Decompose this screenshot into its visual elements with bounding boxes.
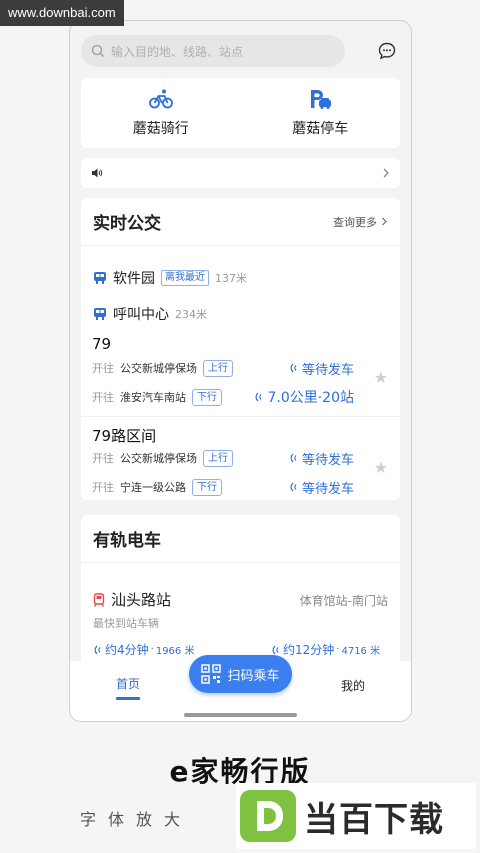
tram-eta: 约12分钟 · 4716 米 <box>271 641 380 658</box>
route-direction-row[interactable]: 开往 淮安汽车南站 下行 7.0公里·20站 <box>92 387 354 407</box>
bus-card-header: 实时公交 查询更多 <box>81 198 400 246</box>
direction-tag: 下行 <box>192 478 222 496</box>
bus-card-title: 实时公交 <box>93 214 161 234</box>
bus-stop-icon <box>94 272 106 284</box>
nearest-badge: 离我最近 <box>161 270 209 286</box>
tram-eta-distance: 1966 米 <box>155 646 195 657</box>
signal-icon <box>290 453 297 463</box>
parking-icon <box>311 90 332 109</box>
bus-station-row[interactable]: 软件园 离我最近 137米 <box>93 268 247 288</box>
arrival-status-text: 等待发车 <box>301 452 354 468</box>
signal-icon <box>272 645 279 654</box>
bike-icon <box>148 89 173 109</box>
tram-direction: 体育馆站-南门站 <box>299 594 388 608</box>
favorite-star-icon[interactable]: ★ <box>374 368 388 387</box>
message-button[interactable] <box>374 38 400 64</box>
arrival-status-text: 等待发车 <box>301 362 354 378</box>
search-placeholder: 输入目的地、线路、站点 <box>111 44 244 59</box>
direction-destination: 宁连一级公路 <box>120 481 186 494</box>
station-distance: 137米 <box>215 272 247 285</box>
direction-prefix: 开往 <box>92 481 114 494</box>
direction-prefix: 开往 <box>92 362 114 375</box>
site-watermark: www.downbai.com <box>0 0 124 26</box>
tram-eta-time: 约4分钟 <box>105 643 149 657</box>
bike-label: 蘑菇骑行 <box>132 121 189 137</box>
route-direction-row[interactable]: 开往 公交新城停保场 上行 等待发车 <box>92 358 354 378</box>
arrival-status: 等待发车 <box>289 359 354 378</box>
route-direction-row[interactable]: 开往 公交新城停保场 上行 等待发车 <box>92 448 354 468</box>
tab-home-label: 首页 <box>116 677 141 691</box>
parking-label: 蘑菇停车 <box>292 121 349 137</box>
chevron-right-icon <box>383 168 389 178</box>
tram-eta: 约4分钟 · 1966 米 <box>93 641 194 658</box>
tram-card: 有轨电车 汕头路站 体育馆站-南门站 最快到站车辆 约4分钟 · 1966 米 … <box>81 515 400 675</box>
qr-code-icon <box>201 664 222 684</box>
tab-mine[interactable]: 我的 <box>341 677 365 694</box>
tram-eta-separator: · <box>150 644 154 655</box>
route-direction-row[interactable]: 开往 宁连一级公路 下行 等待发车 <box>92 477 354 497</box>
signal-icon <box>255 392 262 402</box>
bus-station-row[interactable]: 呼叫中心 234米 <box>93 304 207 324</box>
tram-card-header: 有轨电车 <box>81 515 400 563</box>
tram-eta-time: 约12分钟 <box>283 643 335 657</box>
speaker-icon <box>92 168 103 178</box>
search-row: 输入目的地、线路、站点 <box>81 35 400 67</box>
station-name: 软件园 <box>113 271 155 287</box>
tram-eta-distance: 4716 米 <box>341 646 381 657</box>
favorite-star-icon[interactable]: ★ <box>374 458 388 477</box>
arrival-status: 7.0公里·20站 <box>254 387 354 407</box>
downbai-logo: 当百下载 <box>236 783 476 849</box>
route-number: 79 <box>92 335 112 353</box>
signal-icon <box>94 645 101 654</box>
route-number: 79路区间 <box>92 427 157 445</box>
signal-icon <box>290 363 297 373</box>
mogu-bike-entry[interactable]: 蘑菇骑行 <box>81 78 241 148</box>
direction-destination: 公交新城停保场 <box>120 452 197 465</box>
mogu-parking-entry[interactable]: 蘑菇停车 <box>241 78 401 148</box>
station-name: 呼叫中心 <box>113 307 169 323</box>
tram-card-title: 有轨电车 <box>93 531 161 551</box>
route-divider <box>81 416 400 417</box>
search-icon <box>91 44 104 57</box>
promo-subcaption: 字体放大 <box>80 810 193 829</box>
quick-entry-card: 蘑菇骑行 蘑菇停车 <box>81 78 400 148</box>
station-distance: 234米 <box>175 308 207 321</box>
realtime-bus-card: 实时公交 查询更多 软件园 离我最近 137米 呼叫中心 234米 79 开往 … <box>81 198 400 500</box>
logo-d-icon <box>240 790 296 842</box>
tab-home[interactable]: 首页 <box>116 675 140 700</box>
direction-tag: 上行 <box>203 449 233 467</box>
chat-icon <box>378 42 396 60</box>
arrival-status: 等待发车 <box>289 478 354 497</box>
logo-text: 当百下载 <box>304 799 444 840</box>
direction-tag: 下行 <box>192 388 222 406</box>
bottom-tab-bar: 首页 扫码乘车 我的 <box>70 655 411 721</box>
direction-tag: 上行 <box>203 359 233 377</box>
phone-screen: 输入目的地、线路、站点 蘑菇骑行 蘑菇停车 实时公交 查询更多 软件园 离我最近… <box>69 20 412 722</box>
arrival-status-text: 7.0公里·20站 <box>267 390 354 406</box>
tram-eta-separator: · <box>336 644 340 655</box>
direction-destination: 淮安汽车南站 <box>120 391 186 404</box>
scan-ride-label: 扫码乘车 <box>227 668 280 684</box>
signal-icon <box>290 482 297 492</box>
tab-home-indicator <box>116 697 140 700</box>
tab-mine-label: 我的 <box>340 679 365 693</box>
bus-more-link[interactable]: 查询更多 <box>333 214 388 230</box>
search-input[interactable]: 输入目的地、线路、站点 <box>81 35 345 67</box>
direction-prefix: 开往 <box>92 452 114 465</box>
tram-station-row[interactable]: 汕头路站 <box>93 589 171 610</box>
home-indicator <box>184 713 297 717</box>
tram-station-name: 汕头路站 <box>111 591 172 609</box>
direction-destination: 公交新城停保场 <box>120 362 197 375</box>
tram-subtitle: 最快到站车辆 <box>93 617 159 630</box>
scan-ride-button[interactable]: 扫码乘车 <box>189 655 292 693</box>
bus-stop-icon <box>94 308 106 320</box>
arrival-status: 等待发车 <box>289 449 354 468</box>
direction-prefix: 开往 <box>92 391 114 404</box>
notice-bar[interactable] <box>81 158 400 188</box>
arrival-status-text: 等待发车 <box>301 481 354 497</box>
chevron-right-icon <box>382 217 387 226</box>
tram-icon <box>93 592 105 607</box>
bus-more-label: 查询更多 <box>333 215 377 229</box>
